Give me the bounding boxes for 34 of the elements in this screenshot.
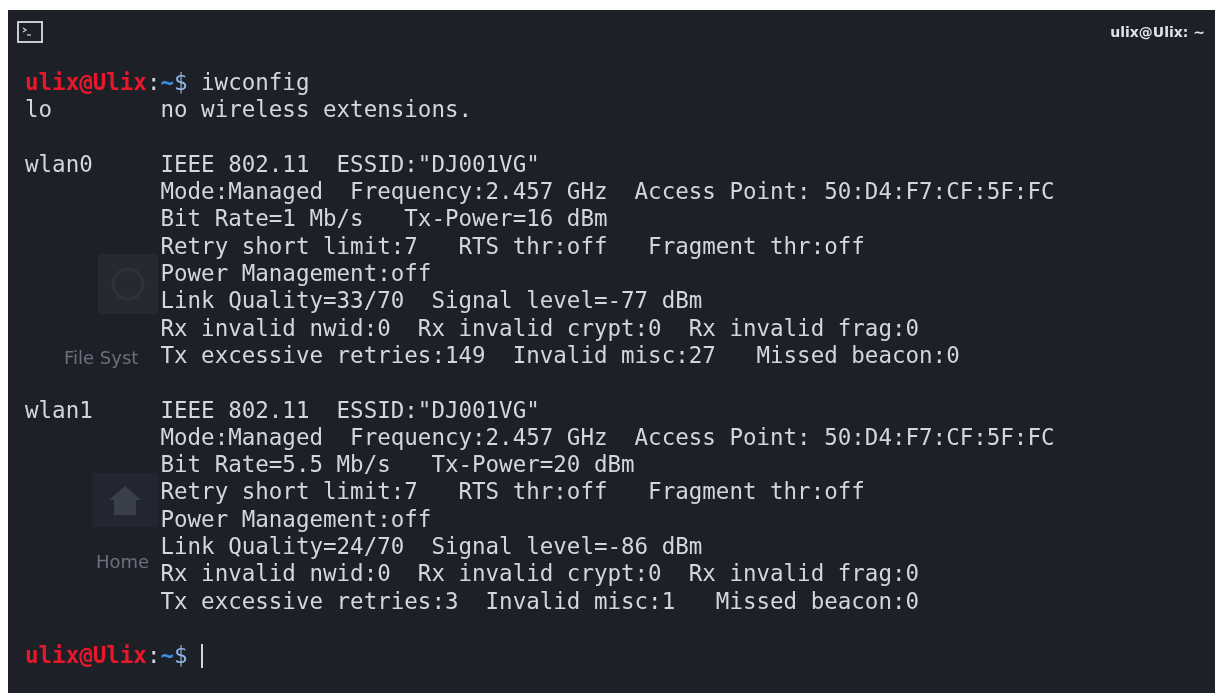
output-line: no wireless extensions. [160,96,472,124]
prompt-symbol: $ [174,642,188,670]
desktop-icon-label[interactable]: File Syst [64,347,139,368]
command-text: iwconfig [201,69,310,97]
output-line: Bit Rate=1 Mb/s Tx-Power=16 dBm [160,205,608,233]
house-icon[interactable] [92,473,158,527]
interface-name: wlan1 [25,396,94,424]
prompt-separator: : [146,642,161,670]
terminal-icon[interactable] [17,21,43,43]
output-line: Power Management:off [160,505,432,534]
window-title: ulix@Ulix: ~ [1110,24,1205,40]
desktop-icon-label[interactable]: Home [96,551,150,572]
prompt-path: ~ [160,642,174,670]
prompt-separator: : [146,69,161,97]
output-line: IEEE 802.11 ESSID:"DJ001VG" [160,396,540,424]
output-line: Tx excessive retries:3 Invalid misc:1 Missed beacon:0 [160,587,920,615]
interface-name: wlan0 [25,150,94,179]
output-line: Mode:Managed Frequency:2.457 GHz Access Point: 50:D4:F7:CF:5F:FC [160,178,1055,206]
output-line: IEEE 802.11 ESSID:"DJ001VG" [160,150,540,179]
output-line: Power Management:off [160,260,432,288]
output-line: Bit Rate=5.5 Mb/s Tx-Power=20 dBm [160,451,635,479]
output-line: Retry short limit:7 RTS thr:off Fragment thr:off [160,478,865,506]
output-line: Link Quality=24/70 Signal level=-86 dBm [160,533,703,561]
output-line: Retry short limit:7 RTS thr:off Fragment thr:off [160,232,865,261]
prompt-user-host: ulix@Ulix [25,69,147,97]
output-line: Link Quality=33/70 Signal level=-77 dBm [160,287,703,315]
prompt-user-host: ulix@Ulix [25,642,147,670]
output-line: Tx excessive retries:149 Invalid misc:27 Missed beacon:0 [160,341,960,370]
output-line: Rx invalid nwid:0 Rx invalid crypt:0 Rx invalid frag:0 [160,560,920,588]
prompt-path: ~ [160,69,174,97]
output-line: Mode:Managed Frequency:2.457 GHz Access Point: 50:D4:F7:CF:5F:FC [160,423,1055,452]
output-line: Rx invalid nwid:0 Rx invalid crypt:0 Rx invalid frag:0 [160,314,920,342]
interface-name: lo [25,96,54,124]
prompt-symbol: $ [174,69,188,97]
